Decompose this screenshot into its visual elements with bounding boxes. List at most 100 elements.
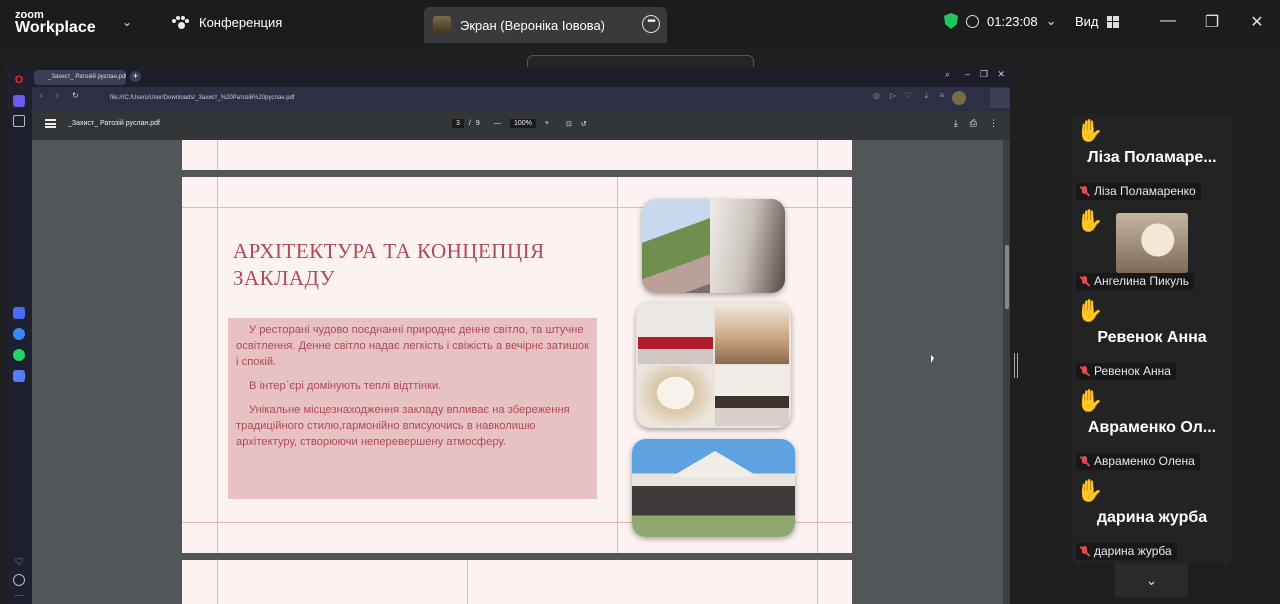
pdf-page-next [182,560,852,604]
participant-tile[interactable]: ✋ Ангелина Пикуль [1072,204,1232,294]
forward-icon[interactable]: › [56,91,59,100]
meeting-status[interactable]: 01:23:08 ⌄ [944,13,1057,29]
restore-icon[interactable]: ❐ [1202,12,1222,32]
participant-label: Ангелина Пикуль [1076,273,1195,290]
url-field[interactable]: file:///C:/Users/User/Downloads/_Захист_… [90,91,860,105]
browser-tab[interactable]: _Захист_ Ратозій руслан.pdf [34,70,126,85]
view-label: Вид [1075,14,1099,29]
more-icon[interactable]: ··· [13,590,25,602]
clock-icon [966,14,979,28]
view-button[interactable]: Вид [1075,14,1119,29]
appstore-icon[interactable] [13,307,25,319]
participant-tile[interactable]: ✋ Авраменко Ол... Авраменко Олена [1072,384,1232,474]
heart-icon[interactable]: ♡ [13,557,25,569]
logo-line-2: Workplace [15,19,96,36]
slide-paragraph: В інтер`єрі домінують теплі відттінки. [249,380,442,392]
pdf-viewport[interactable]: АРХІТЕКТУРА ТА КОНЦЕПЦІЯ ЗАКЛАДУ У ресто… [32,140,1010,604]
whatsapp-icon[interactable] [13,349,25,361]
close-icon[interactable]: ✕ [1247,12,1267,32]
conference-button[interactable]: Конференция [172,15,282,30]
opera-logo-icon[interactable]: O [13,74,25,86]
participant-tile[interactable]: ✋ Ліза Поламаре... Ліза Поламаренко [1072,114,1232,204]
sharer-avatar [433,16,451,34]
more-vert-icon[interactable]: ⋮ [989,118,998,129]
pdf-page-current: АРХІТЕКТУРА ТА КОНЦЕПЦІЯ ЗАКЛАДУ У ресто… [182,177,852,553]
mic-muted-icon [1079,186,1090,197]
pdf-scrollbar[interactable] [1003,140,1010,604]
search-tabs-icon[interactable]: ⌕ [945,69,950,80]
slide-title: АРХІТЕКТУРА ТА КОНЦЕПЦІЯ ЗАКЛАДУ [233,239,545,290]
history-icon[interactable] [13,574,25,586]
pdf-menu-icon[interactable] [45,119,56,128]
music-icon[interactable] [13,370,25,382]
participant-tile-name: Ревенок Анна [1097,329,1207,346]
zoom-in-icon[interactable]: + [545,120,549,127]
home-icon[interactable] [13,115,25,127]
heart-outline-icon[interactable]: ♡ [905,91,912,100]
more-options-icon[interactable]: ••• [642,15,660,33]
fit-page-icon[interactable]: ⊡ [566,120,572,128]
participants-panel: ✋ Ліза Поламаре... Ліза Поламаренко ✋ Ан… [1072,114,1232,563]
browser-sidebar: O ♡ ··· [6,67,32,604]
back-icon[interactable]: ‹ [40,91,43,100]
participant-tile-name: дарина журба [1096,509,1208,526]
participant-tile[interactable]: ✋ дарина журба дарина журба [1072,474,1232,563]
play-icon[interactable]: ▷ [890,91,896,100]
participant-tile[interactable]: ✋ Ревенок Анна Ревенок Анна [1072,294,1232,384]
address-bar: ‹ › ↻ file:///C:/Users/User/Downloads/_З… [32,88,990,108]
reload-icon[interactable]: ↻ [72,91,79,100]
meeting-timer: 01:23:08 [987,13,1038,29]
current-page-input[interactable]: 3 [452,119,464,128]
rotate-icon[interactable]: ↺ [581,120,587,128]
shared-browser-window: O ♡ ··· _Захист_ Ратозій руслан.pdf + ⌕ … [6,67,1010,604]
aria-icon[interactable] [13,95,25,107]
new-tab-icon[interactable]: + [130,71,141,82]
raised-hand-icon: ✋ [1076,298,1104,323]
mic-muted-icon [1079,456,1090,467]
slide-paragraph: У ресторані чудово поєднанні природнє де… [236,324,590,368]
participant-label: Авраменко Олена [1076,453,1200,470]
print-icon[interactable]: ⎙ [970,118,977,129]
zoom-controls: — 100% + ⊡ ↺ [494,119,587,128]
chevron-down-icon[interactable]: ⌄ [122,15,132,29]
mic-muted-icon [1079,366,1090,377]
scrollbar-thumb[interactable] [1005,245,1009,309]
restaurant-interior-collage [636,302,791,428]
chevron-down-icon: ⌄ [1045,13,1057,28]
browser-close-icon[interactable]: ✕ [997,69,1005,80]
panel-splitter-handle[interactable] [1014,353,1018,378]
shield-icon [944,13,958,29]
download-icon[interactable]: ⤓ [924,91,928,101]
participant-tile-name: Ліза Поламаре... [1087,149,1217,166]
chevron-down-icon[interactable]: ⌄ [1115,563,1188,597]
extensions-icon[interactable] [990,88,1010,108]
screen-tab-label: Экран (Вероніка Іовова) [460,17,606,33]
pdf-download-icon[interactable]: ⤓ [954,118,958,129]
total-pages: 9 [475,120,480,127]
restaurant-facade-photo [632,439,795,537]
mouse-cursor [931,355,934,363]
grid-view-icon [1106,15,1119,28]
participant-video-avatar [1116,213,1188,273]
minimize-icon[interactable]: — [1158,12,1178,30]
browser-minimize-icon[interactable]: – [965,69,970,79]
raised-hand-icon: ✋ [1076,208,1104,233]
zoom-workplace-logo[interactable]: zoom Workplace [15,9,96,36]
slide-paragraph: Унікальне місцезнаходження закладу вплив… [236,404,570,448]
pdf-file-name: _Захист_ Ратозій руслан.pdf [68,120,160,127]
browser-restore-icon[interactable]: ❐ [980,69,988,80]
zoom-input[interactable]: 100% [510,119,536,128]
screen-share-tab[interactable]: Экран (Вероніка Іовова) ••• [424,7,667,43]
profile-avatar[interactable] [952,91,966,105]
participant-label: дарина журба [1076,543,1177,560]
pdf-toolbar: _Захист_ Ратозій руслан.pdf 3 / 9 — 100%… [32,111,1010,140]
browser-tab-strip: _Захист_ Ратозій руслан.pdf + ⌕ – ❐ ✕ [32,67,1010,87]
messenger-icon[interactable] [13,328,25,340]
mic-muted-icon [1079,546,1090,557]
camera-icon[interactable]: ◎ [873,91,880,100]
zoom-out-icon[interactable]: — [494,120,501,127]
menu-icon[interactable]: ≡ [939,91,944,100]
participant-tile-name: Авраменко Ол... [1087,419,1217,436]
slide-text-box: У ресторані чудово поєднанні природнє де… [228,318,597,499]
restaurant-terrace-photo [642,199,785,293]
